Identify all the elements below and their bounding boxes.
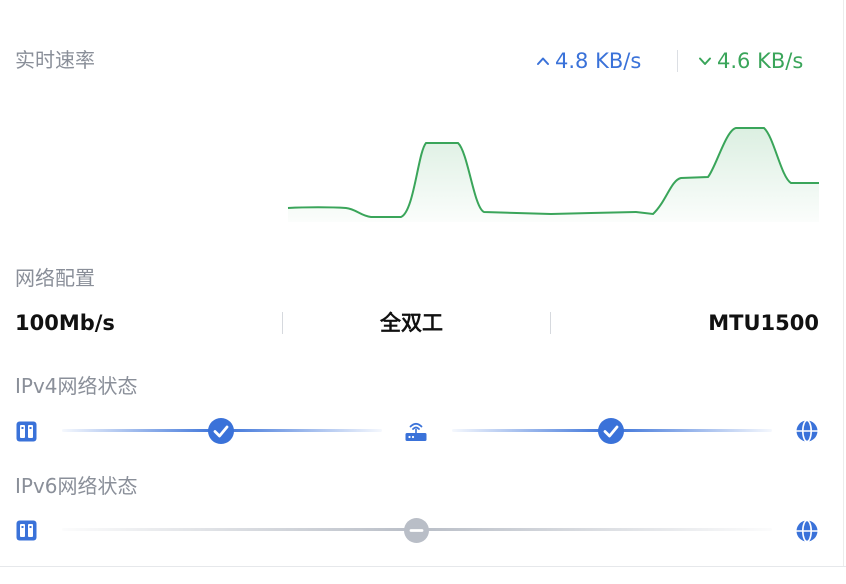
ipv4-link-line [62, 429, 220, 432]
duplex-mode: 全双工 [380, 311, 443, 335]
ipv6-link-line [62, 528, 416, 531]
ipv4-status-title: IPv4网络状态 [15, 374, 138, 398]
rate-title: 实时速率 [15, 48, 95, 72]
link-speed: 100Mb/s [15, 311, 115, 335]
panel-edge [843, 0, 844, 567]
mtu-value: MTU1500 [708, 311, 819, 335]
rate-divider [677, 50, 678, 72]
rate-chart [287, 127, 819, 222]
arrow-up-icon [537, 57, 549, 65]
check-circle-icon [208, 418, 234, 444]
ipv6-status-row [0, 516, 846, 546]
config-divider [282, 312, 283, 334]
ipv6-link-line [416, 528, 772, 531]
device-icon [16, 421, 37, 442]
ipv4-link-line [220, 429, 382, 432]
globe-icon [796, 519, 818, 543]
network-status-panel: 实时速率 4.8 KB/s 4.6 KB/s 网络配置 100Mb/s 全双工 … [0, 0, 846, 567]
router-icon [405, 422, 427, 441]
globe-icon [796, 419, 818, 443]
arrow-down-icon [699, 57, 711, 65]
network-config-title: 网络配置 [15, 266, 95, 290]
upload-rate-value: 4.8 KB/s [555, 49, 642, 73]
upload-rate: 4.8 KB/s [535, 48, 641, 74]
config-divider [550, 312, 551, 334]
ipv4-link-line [452, 429, 610, 432]
ipv6-status-title: IPv6网络状态 [15, 474, 138, 498]
minus-circle-icon [404, 518, 429, 543]
panel-bottom-border [0, 566, 846, 567]
device-icon [16, 520, 37, 541]
download-rate-value: 4.6 KB/s [717, 49, 804, 73]
download-rate: 4.6 KB/s [697, 48, 803, 74]
ipv4-link-line [610, 429, 772, 432]
rate-chart-area [288, 128, 819, 222]
check-circle-icon [598, 418, 624, 444]
ipv4-status-row [0, 417, 846, 447]
